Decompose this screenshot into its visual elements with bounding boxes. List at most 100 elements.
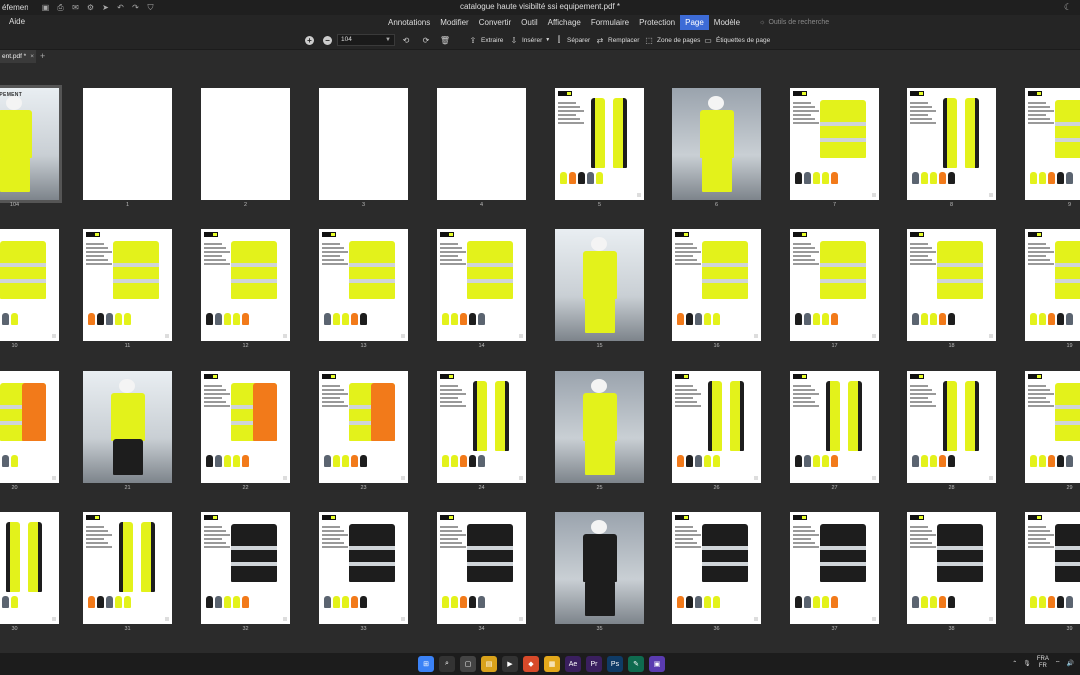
page-thumbnail[interactable] <box>672 371 761 483</box>
explorer-icon[interactable]: ▦ <box>544 656 560 672</box>
page-thumbnail[interactable] <box>790 512 879 624</box>
page-thumbnail[interactable] <box>437 371 526 483</box>
page-thumbnail[interactable] <box>790 371 879 483</box>
page-thumbnail[interactable] <box>437 512 526 624</box>
menu-aide[interactable]: Aide <box>9 17 25 26</box>
rotate-left-button[interactable]: ⟲ <box>401 33 411 47</box>
close-icon[interactable]: × <box>30 50 34 63</box>
tab-modele[interactable]: Modèle <box>709 15 745 30</box>
ps-icon[interactable]: Ps <box>607 656 623 672</box>
page-thumbnail[interactable] <box>1025 229 1080 341</box>
tab-annotations[interactable]: Annotations <box>383 15 435 30</box>
page-thumbnail[interactable] <box>201 512 290 624</box>
text-line <box>910 106 932 108</box>
taskview-icon[interactable]: ▢ <box>460 656 476 672</box>
page-thumbnail[interactable] <box>0 512 59 624</box>
page-thumbnail[interactable] <box>907 88 996 200</box>
page-thumbnail[interactable] <box>790 88 879 200</box>
mail-icon[interactable]: ✉ <box>68 0 83 15</box>
page-thumbnail[interactable] <box>83 229 172 341</box>
wifi-icon[interactable]: ⌔ <box>1055 659 1061 667</box>
files-icon[interactable]: ▤ <box>481 656 497 672</box>
page-thumbnail[interactable] <box>319 371 408 483</box>
redo-icon[interactable]: ↷ <box>128 0 143 15</box>
insert-button[interactable]: ⇩ Insérer ▼ <box>509 33 551 47</box>
shield-icon[interactable]: ⛉ <box>143 0 158 15</box>
save-icon[interactable]: ▣ <box>38 0 53 15</box>
print-icon[interactable]: ⎙ <box>53 0 68 15</box>
page-thumbnail[interactable] <box>437 88 526 200</box>
page-thumbnail[interactable] <box>790 229 879 341</box>
page-thumbnail[interactable] <box>1025 512 1080 624</box>
tab-page[interactable]: Page <box>680 15 709 30</box>
editor-icon[interactable]: ✎ <box>628 656 644 672</box>
page-thumbnail[interactable]: EQUIPEMENT <box>0 85 62 203</box>
page-thumbnail[interactable] <box>907 512 996 624</box>
split-button[interactable]: ⫿ Séparer <box>554 33 590 47</box>
page-thumbnail[interactable] <box>83 88 172 200</box>
page-zone-button[interactable]: ⬚ Zone de pages <box>644 33 700 47</box>
chevron-up-icon[interactable]: ⌃ <box>1012 660 1017 667</box>
brave-icon[interactable]: ◆ <box>523 656 539 672</box>
tab-convertir[interactable]: Convertir <box>474 15 516 30</box>
page-thumbnail[interactable] <box>555 512 644 624</box>
page-thumbnail[interactable] <box>555 229 644 341</box>
variant-swatch <box>224 596 231 608</box>
tab-outil[interactable]: Outil <box>516 15 542 30</box>
page-thumbnail[interactable] <box>201 371 290 483</box>
moon-icon[interactable]: ☾ <box>1064 2 1072 13</box>
search-tools-button[interactable]: ☼ Outils de recherche <box>759 19 829 26</box>
delete-page-button[interactable]: 🗑 <box>440 33 450 47</box>
new-tab-button[interactable]: + <box>40 50 45 63</box>
zoom-out-button[interactable]: − <box>323 33 332 47</box>
page-thumbnail[interactable] <box>201 229 290 341</box>
tab-affichage[interactable]: Affichage <box>543 15 586 30</box>
page-thumbnail[interactable] <box>672 229 761 341</box>
page-thumbnail[interactable] <box>437 229 526 341</box>
page-thumbnail[interactable] <box>1025 371 1080 483</box>
settings-icon[interactable]: ⚙ <box>83 0 98 15</box>
variant-swatch <box>215 596 222 608</box>
tab-formulaire[interactable]: Formulaire <box>586 15 634 30</box>
page-thumbnail[interactable] <box>319 88 408 200</box>
send-icon[interactable]: ➤ <box>98 0 113 15</box>
page-thumbnail[interactable] <box>907 229 996 341</box>
page-thumbnail[interactable] <box>319 229 408 341</box>
microphone-icon[interactable]: 🎙 <box>1023 660 1031 667</box>
page-thumbnail[interactable] <box>83 512 172 624</box>
volume-icon[interactable]: 🔊 <box>1067 660 1074 667</box>
page-thumbnail[interactable] <box>555 88 644 200</box>
tab-protection[interactable]: Protection <box>634 15 680 30</box>
extract-button[interactable]: ⇪ Extraire <box>468 33 504 47</box>
page-thumbnail[interactable] <box>555 371 644 483</box>
undo-icon[interactable]: ↶ <box>113 0 128 15</box>
pdf-icon[interactable]: ▣ <box>649 656 665 672</box>
page-thumbnail[interactable] <box>672 88 761 200</box>
page-thumbnail[interactable] <box>83 371 172 483</box>
tab-modifier[interactable]: Modifier <box>435 15 473 30</box>
windows-icon[interactable]: ⊞ <box>418 656 434 672</box>
replace-button[interactable]: ⇄ Remplacer <box>595 33 640 47</box>
zoom-in-button[interactable]: + <box>305 33 314 47</box>
variant-swatch <box>451 313 458 325</box>
pr-icon[interactable]: Pr <box>586 656 602 672</box>
variant-swatch <box>686 313 693 325</box>
page-thumbnail[interactable] <box>319 512 408 624</box>
ae-icon[interactable]: Ae <box>565 656 581 672</box>
page-thumbnail[interactable] <box>0 229 59 341</box>
text-line <box>910 263 936 265</box>
page-thumbnail[interactable] <box>0 371 59 483</box>
search-icon[interactable]: ⌕ <box>439 656 455 672</box>
page-thumbnail[interactable] <box>907 371 996 483</box>
language-indicator[interactable]: FRA FR <box>1037 656 1049 670</box>
document-tab[interactable]: ent.pdf * × <box>0 50 36 63</box>
video-icon[interactable]: ▶ <box>502 656 518 672</box>
reflective-stripe <box>113 279 159 283</box>
rotate-right-button[interactable]: ⟳ <box>421 33 431 47</box>
page-thumbnail[interactable] <box>672 512 761 624</box>
page-labels-button[interactable]: ▭ Étiquettes de page <box>703 33 770 47</box>
page-thumbnail[interactable] <box>1025 88 1080 200</box>
zoom-select[interactable]: 104 ▼ <box>337 34 395 46</box>
page-thumbnail[interactable] <box>201 88 290 200</box>
page-thumbnail-grid[interactable]: EQUIPEMENT104123456789101112131415161718… <box>0 63 1080 653</box>
